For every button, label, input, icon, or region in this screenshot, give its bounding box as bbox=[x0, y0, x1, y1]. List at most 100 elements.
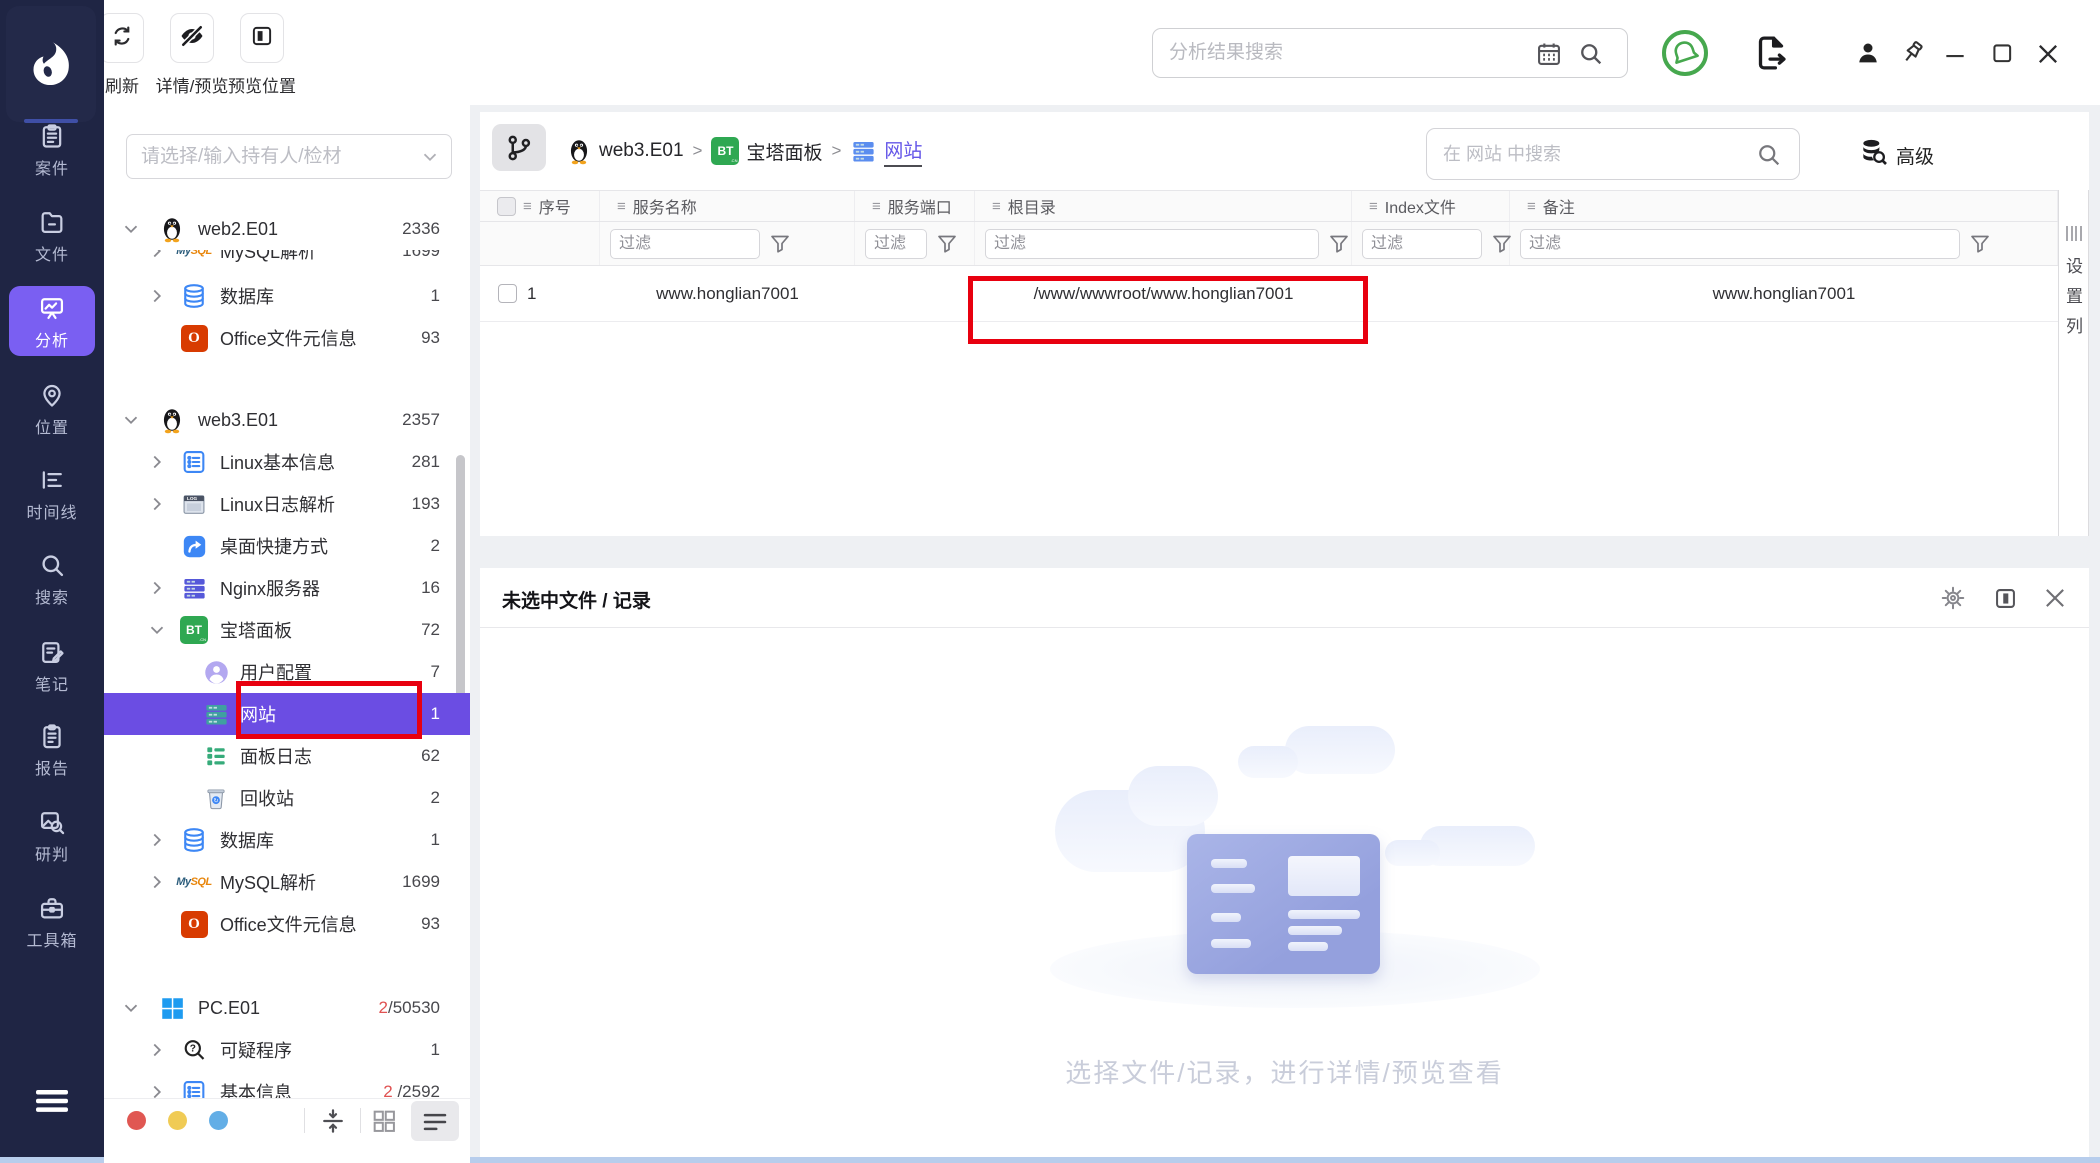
rail-item-case[interactable]: 案件 bbox=[9, 114, 95, 184]
breadcrumb-item-2[interactable]: BT.CN 宝塔面板 bbox=[711, 137, 822, 165]
yellow-tag-dot[interactable] bbox=[168, 1111, 187, 1130]
filter-input-root-dir[interactable] bbox=[985, 229, 1319, 259]
tree-item-linux-basic-info[interactable]: Linux基本信息281 bbox=[104, 441, 470, 483]
gear-icon[interactable] bbox=[1938, 583, 1968, 613]
row-checkbox[interactable] bbox=[498, 284, 517, 303]
grid-view-icon[interactable] bbox=[370, 1107, 398, 1135]
export-icon[interactable] bbox=[1750, 32, 1792, 74]
funnel-icon[interactable] bbox=[935, 232, 959, 256]
filter-input-service-name[interactable] bbox=[610, 229, 760, 259]
rail-item-judge[interactable]: 研判 bbox=[9, 800, 95, 870]
tree-item-count: 62 bbox=[421, 746, 440, 766]
chevron-down-icon[interactable] bbox=[146, 619, 168, 641]
column-header-service-name[interactable]: ≡服务名称 bbox=[600, 191, 855, 221]
tree-item-count: 1699 bbox=[402, 872, 440, 892]
tree-item-office-meta-1[interactable]: OOffice文件元信息93 bbox=[104, 317, 470, 359]
column-label: 序号 bbox=[539, 194, 571, 218]
chevron-right-icon[interactable] bbox=[146, 577, 168, 599]
minimize-button[interactable] bbox=[1942, 42, 1968, 68]
chevron-down-icon[interactable] bbox=[120, 409, 142, 431]
chevron-right-icon[interactable] bbox=[146, 451, 168, 473]
svg-text:↻: ↻ bbox=[214, 797, 219, 804]
advanced-search-button[interactable]: 高级 bbox=[1858, 136, 1934, 174]
tree-item-panel-log[interactable]: 面板日志62 bbox=[104, 735, 470, 777]
maximize-button[interactable] bbox=[1989, 40, 2015, 66]
user-account-icon[interactable] bbox=[1853, 38, 1883, 68]
tree-item-database-2[interactable]: 数据库1 bbox=[104, 819, 470, 861]
column-header-root-dir[interactable]: ≡根目录 bbox=[975, 191, 1352, 221]
collapse-all-icon[interactable] bbox=[318, 1106, 348, 1136]
filter-input-service-port[interactable] bbox=[865, 229, 927, 259]
tree-item-label: 桌面快捷方式 bbox=[220, 533, 328, 559]
column-settings-tab[interactable]: 设置列 bbox=[2058, 190, 2089, 536]
column-header-note[interactable]: ≡备注 bbox=[1510, 191, 2058, 221]
tree-item-recycle-bin[interactable]: ↻回收站2 bbox=[104, 777, 470, 819]
tree-mode-button[interactable] bbox=[492, 124, 546, 171]
filter-input-index-file[interactable] bbox=[1362, 229, 1482, 259]
table-row[interactable]: 1www.honglian7001/www/wwwroot/www.hongli… bbox=[480, 266, 2058, 322]
blue-tag-dot[interactable] bbox=[209, 1111, 228, 1130]
tree-item-label: 数据库 bbox=[220, 827, 274, 853]
preview-position-button[interactable] bbox=[240, 13, 284, 63]
pin-icon[interactable] bbox=[1897, 38, 1927, 68]
rail-item-location[interactable]: 位置 bbox=[9, 373, 95, 443]
detail-preview-button[interactable] bbox=[170, 13, 214, 63]
panel-position-icon[interactable] bbox=[1990, 583, 2020, 613]
timeline-icon bbox=[38, 465, 66, 495]
tree-item-web2-e01[interactable]: web2.E012336 bbox=[104, 208, 470, 250]
tree-item-database-1[interactable]: 数据库1 bbox=[104, 275, 470, 317]
column-header-seq[interactable]: ≡序号 bbox=[480, 191, 600, 221]
holder-filter-select[interactable] bbox=[126, 134, 452, 179]
close-button[interactable] bbox=[2034, 40, 2062, 68]
chevron-right-icon[interactable] bbox=[146, 871, 168, 893]
tree-item-desktop-shortcuts[interactable]: 桌面快捷方式2 bbox=[104, 525, 470, 567]
list-view-icon[interactable] bbox=[420, 1107, 450, 1137]
rail-item-toolbox[interactable]: 工具箱 bbox=[9, 886, 95, 956]
tree-item-web3-e01[interactable]: web3.E012357 bbox=[104, 399, 470, 441]
chevron-right-icon[interactable] bbox=[146, 285, 168, 307]
filter-input-note[interactable] bbox=[1520, 229, 1960, 259]
tree-item-office-meta-2[interactable]: OOffice文件元信息93 bbox=[104, 903, 470, 945]
chevron-down-icon[interactable] bbox=[120, 218, 142, 240]
notification-bell-icon[interactable] bbox=[1661, 29, 1709, 77]
rail-item-search[interactable]: 搜索 bbox=[9, 543, 95, 613]
select-all-checkbox[interactable] bbox=[497, 197, 516, 216]
close-panel-icon[interactable] bbox=[2040, 583, 2070, 613]
tree-item-linux-log-parse[interactable]: LOGLinux日志解析193 bbox=[104, 483, 470, 525]
global-search-input[interactable] bbox=[1169, 29, 1519, 77]
calendar-icon[interactable] bbox=[1535, 40, 1563, 68]
tree-item-bt-panel[interactable]: BT.CN宝塔面板72 bbox=[104, 609, 470, 651]
tree-item-suspicious-programs[interactable]: ?可疑程序1 bbox=[104, 1029, 470, 1071]
chevron-right-icon[interactable] bbox=[146, 493, 168, 515]
breadcrumb-item-1[interactable]: web3.E01 bbox=[566, 137, 684, 165]
rail-menu-button[interactable] bbox=[30, 1086, 74, 1116]
rail-item-report[interactable]: 报告 bbox=[9, 714, 95, 784]
rail-item-timeline[interactable]: 时间线 bbox=[9, 458, 95, 528]
holder-filter-input[interactable] bbox=[141, 135, 411, 178]
tree-item-website[interactable]: 网站1 bbox=[104, 693, 470, 735]
rail-item-analysis[interactable]: 分析 bbox=[9, 286, 95, 356]
tree-item-pc-e01[interactable]: PC.E012/50530 bbox=[104, 987, 470, 1029]
search-icon[interactable] bbox=[1577, 40, 1605, 68]
tree-item-nginx-server[interactable]: Nginx服务器16 bbox=[104, 567, 470, 609]
chevron-down-icon bbox=[419, 146, 441, 173]
scoped-search-input[interactable] bbox=[1443, 129, 1733, 179]
tree-scrollbar-thumb[interactable] bbox=[456, 455, 465, 707]
rail-item-file[interactable]: 文件 bbox=[9, 200, 95, 270]
column-header-index-file[interactable]: ≡Index文件 bbox=[1352, 191, 1510, 221]
breadcrumb-item-3[interactable]: 网站 bbox=[850, 136, 922, 167]
tree-item-mysql-parse-2[interactable]: MySQLMySQL解析1699 bbox=[104, 861, 470, 903]
column-label: Index文件 bbox=[1385, 194, 1456, 218]
funnel-icon[interactable] bbox=[1968, 232, 1992, 256]
column-header-service-port[interactable]: ≡服务端口 bbox=[855, 191, 975, 221]
funnel-icon[interactable] bbox=[1327, 232, 1351, 256]
rail-item-notes[interactable]: 笔记 bbox=[9, 630, 95, 700]
refresh-button[interactable] bbox=[100, 13, 144, 63]
chevron-right-icon[interactable] bbox=[146, 829, 168, 851]
chevron-right-icon[interactable] bbox=[146, 1039, 168, 1061]
red-tag-dot[interactable] bbox=[127, 1111, 146, 1130]
search-icon[interactable] bbox=[1755, 141, 1783, 169]
funnel-icon[interactable] bbox=[768, 232, 792, 256]
chevron-down-icon[interactable] bbox=[120, 997, 142, 1019]
tree-item-user-config[interactable]: 用户配置7 bbox=[104, 651, 470, 693]
